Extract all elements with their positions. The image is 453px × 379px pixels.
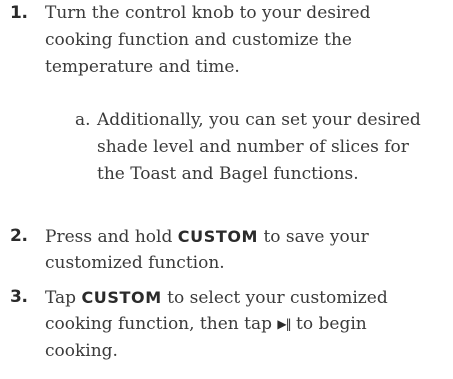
- text-fragment: Press and hold: [45, 227, 178, 247]
- step-number: 3.: [10, 287, 28, 307]
- step-text-line: cooking function and customize the: [45, 30, 352, 50]
- step-text: Press and hold CUSTOM to save your custo…: [45, 223, 445, 277]
- custom-button-label: CUSTOM: [177, 227, 259, 246]
- step-text-line: customized function.: [45, 253, 225, 273]
- text-fragment: to save your: [258, 227, 369, 247]
- substep-text-line: shade level and number of slices for: [97, 137, 409, 157]
- custom-button-label: CUSTOM: [81, 288, 162, 307]
- play-pause-icon: ▶‖: [277, 317, 291, 331]
- substep-text-line: the Toast and Bagel functions.: [97, 164, 359, 184]
- step-number: 1.: [10, 3, 28, 23]
- substep-letter: a.: [75, 110, 91, 130]
- step-text-line: Turn the control knob to your desired: [45, 3, 371, 23]
- step-text-line: Tap CUSTOM to select your customized: [45, 284, 445, 311]
- substep-text-line: Additionally, you can set your desired: [97, 110, 421, 130]
- step-number: 2.: [10, 226, 28, 246]
- step-text-line: Press and hold CUSTOM to save your: [45, 223, 445, 250]
- text-fragment: Tap: [45, 288, 82, 308]
- step-text: Turn the control knob to your desired co…: [45, 0, 445, 81]
- substep-text: Additionally, you can set your desired s…: [97, 107, 421, 188]
- step-text-line: cooking function, then tap ▶‖ to begin: [45, 311, 445, 338]
- step-text-line: temperature and time.: [45, 57, 240, 77]
- text-fragment: to begin: [290, 314, 367, 334]
- text-fragment: to select your customized: [161, 288, 388, 308]
- step-text-line: cooking.: [45, 341, 118, 361]
- text-fragment: cooking function, then tap: [45, 314, 278, 334]
- instruction-document: 1. Turn the control knob to your desired…: [0, 0, 453, 379]
- step-text: Tap CUSTOM to select your customized coo…: [45, 284, 445, 365]
